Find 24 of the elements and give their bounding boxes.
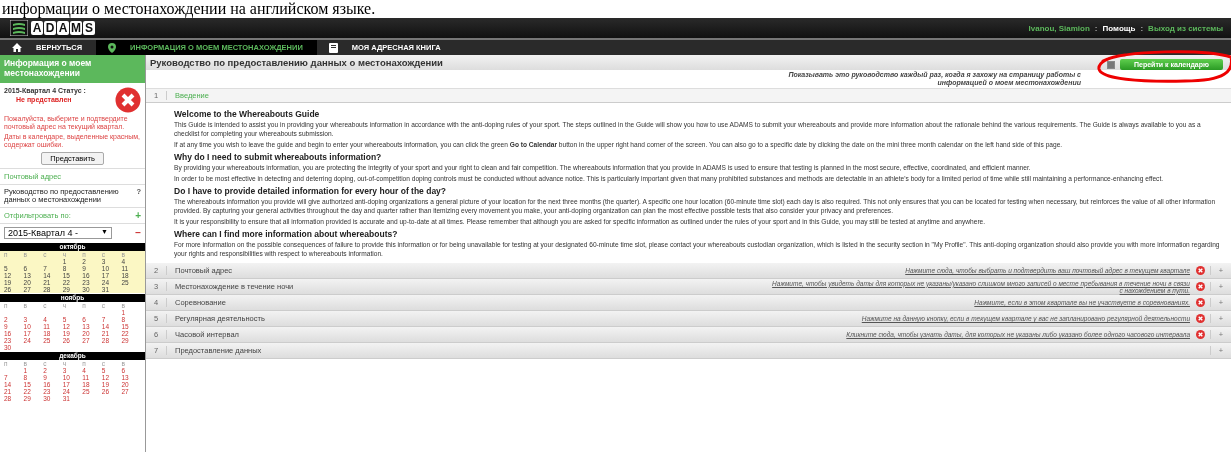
sidebar-title: Информация о моем местонахождении (0, 55, 145, 83)
logo-letter: S (83, 21, 95, 35)
logo[interactable]: A D A M S (10, 20, 95, 36)
logo-letter: D (44, 21, 56, 35)
home-icon (12, 43, 22, 52)
remove-filter-button[interactable]: − (135, 229, 141, 237)
error-icon (115, 87, 141, 113)
separator: : (1094, 23, 1098, 33)
add-filter-button[interactable]: + (135, 211, 141, 220)
logo-letter: A (31, 21, 43, 35)
help-link[interactable]: Помощь (1102, 23, 1136, 33)
logout-link[interactable]: Выход из системы (1148, 23, 1223, 33)
user-link[interactable]: Ivanou, Siamion (1028, 23, 1090, 33)
guide-heading: Do I have to provide detailed information for every hour of the day? (174, 186, 448, 197)
checkbox[interactable] (1107, 60, 1115, 69)
guide-heading: Welcome to the Whereabouts Guide (174, 109, 321, 120)
logo-stripes-icon (10, 20, 28, 36)
logo-letter: A (57, 21, 69, 35)
location-pin-icon (108, 42, 117, 53)
guide-heading: Where can I find more information about whereabouts? (174, 229, 399, 240)
separator: : (1140, 23, 1144, 33)
logo-letter: M (70, 21, 82, 35)
document-text: информации о местонахождении на английском языке. (1, 0, 377, 18)
guide-heading: Why do I need to submit whereabouts information? (174, 152, 383, 163)
